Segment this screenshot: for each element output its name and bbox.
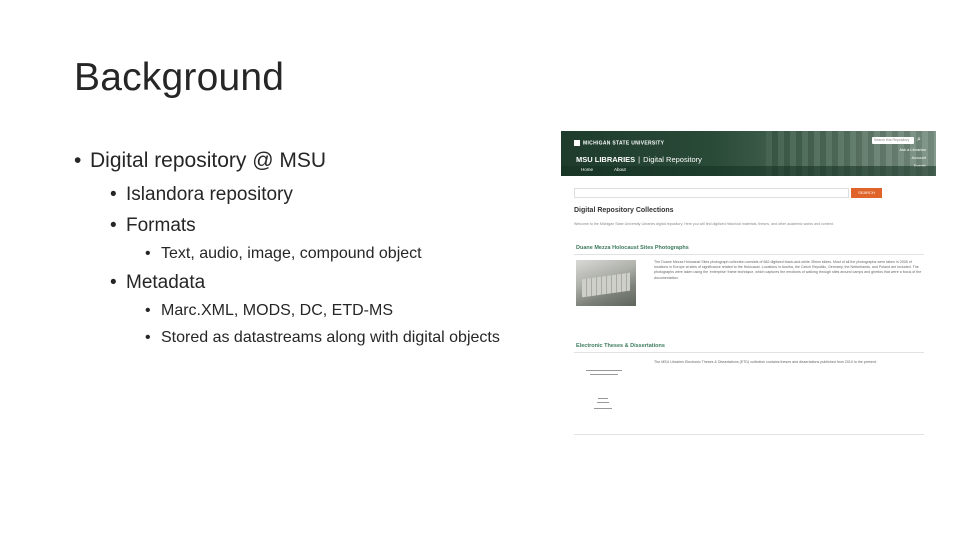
site-header: MICHIGAN STATE UNIVERSITY MSU LIBRARIES |…: [561, 131, 936, 176]
nav-about[interactable]: About: [614, 167, 626, 172]
nav-home[interactable]: Home: [581, 167, 593, 172]
university-wordmark: MICHIGAN STATE UNIVERSITY: [574, 140, 664, 146]
bullet-text: Islandora repository: [126, 184, 293, 205]
collection-title-holocaust[interactable]: Duane Mezza Holocaust Sites Photographs: [576, 245, 689, 251]
bullet-glyph: •: [145, 245, 151, 262]
libraries-label: MSU LIBRARIES: [576, 155, 636, 164]
bullet-glyph: •: [74, 149, 82, 172]
bullet-item: • Digital repository @ MSU: [74, 149, 326, 173]
header-link-ask[interactable]: Ask a Librarian: [899, 146, 926, 154]
bullet-text: Digital repository @ MSU: [90, 149, 327, 172]
collection-title-etd[interactable]: Electronic Theses & Dissertations: [576, 343, 665, 349]
header-search-input[interactable]: Search this Repository: [872, 137, 914, 144]
spartan-logo-icon: [574, 140, 580, 146]
bullet-item: • Text, audio, image, compound object: [145, 245, 422, 263]
repository-label: Digital Repository: [643, 155, 702, 164]
bullet-glyph: •: [110, 215, 117, 236]
repository-search-input[interactable]: [574, 188, 849, 198]
bullet-text: Marc.XML, MODS, DC, ETD-MS: [161, 302, 394, 319]
divider: [574, 352, 924, 353]
site-nav: Home About: [561, 166, 936, 176]
bullet-item: • Stored as datastreams along with digita…: [145, 329, 500, 347]
bullet-glyph: •: [145, 329, 151, 346]
bullet-glyph: •: [145, 302, 151, 319]
divider: [574, 254, 924, 255]
search-icon[interactable]: ⌕: [917, 136, 921, 144]
header-link-account[interactable]: Account: [899, 154, 926, 162]
collection-description-holocaust: The Duane Mezza Holocaust Sites photogra…: [654, 260, 922, 280]
collection-thumbnail-holocaust[interactable]: [576, 260, 636, 306]
bullet-item: • Metadata: [110, 272, 205, 294]
bullet-text: Text, audio, image, compound object: [161, 245, 422, 262]
bullet-text: Stored as datastreams along with digital…: [161, 329, 500, 346]
collection-description-etd: The MSU Libraries Electronic Theses & Di…: [654, 360, 877, 364]
bullet-text: Metadata: [126, 272, 206, 293]
bullet-item: • Islandora repository: [110, 184, 293, 206]
bullet-glyph: •: [110, 272, 117, 293]
bullet-glyph: •: [110, 184, 117, 205]
divider: [574, 434, 924, 435]
site-name: MSU LIBRARIES | Digital Repository: [576, 155, 702, 164]
bullet-item: • Formats: [110, 215, 196, 237]
memorial-wall-image: [582, 272, 630, 298]
slide-title: Background: [74, 56, 285, 99]
repository-screenshot: MICHIGAN STATE UNIVERSITY MSU LIBRARIES |…: [561, 131, 936, 446]
bullet-item: • Marc.XML, MODS, DC, ETD-MS: [145, 302, 393, 320]
intro-text: Welcome to the Michigan State University…: [574, 222, 834, 226]
separator: |: [638, 155, 641, 164]
collection-thumbnail-etd[interactable]: [576, 358, 631, 418]
search-button[interactable]: SEARCH: [851, 188, 882, 198]
bullet-text: Formats: [126, 215, 196, 236]
collections-title: Digital Repository Collections: [574, 207, 674, 214]
